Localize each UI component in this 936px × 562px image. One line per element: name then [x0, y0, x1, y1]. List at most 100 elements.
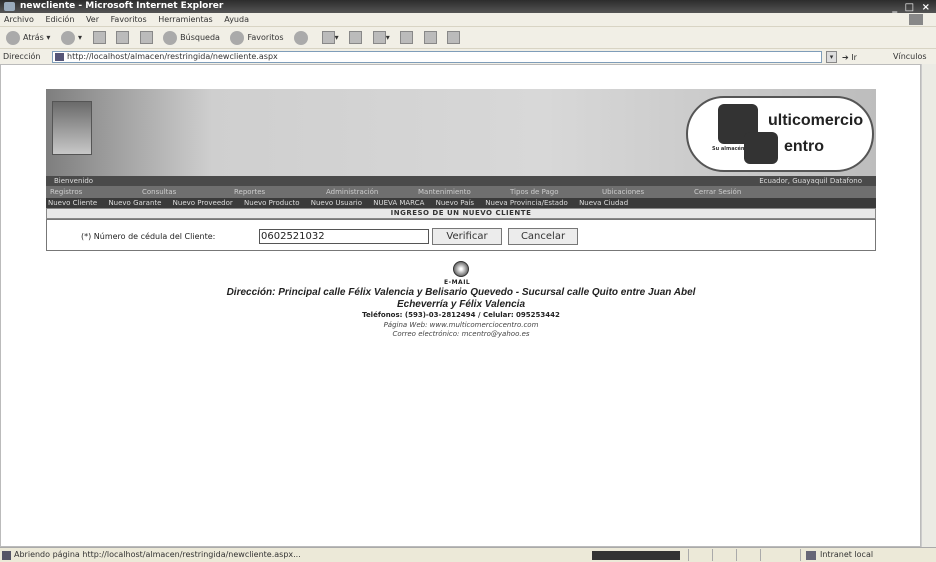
status-cell: [736, 549, 737, 561]
nav-nueva-marca[interactable]: NUEVA MARCA: [373, 199, 424, 207]
nav-nuevo-producto[interactable]: Nuevo Producto: [244, 199, 300, 207]
location-text: Ecuador, Guayaquil Datafono: [759, 177, 862, 185]
menu-archivo[interactable]: Archivo: [4, 15, 34, 24]
forward-arrow-icon: [60, 30, 75, 45]
email-label[interactable]: E-MAIL: [444, 279, 470, 286]
welcome-text: Bienvenido: [54, 177, 94, 185]
globe-icon: [453, 261, 469, 277]
links-button[interactable]: Vínculos: [893, 49, 927, 64]
home-button[interactable]: [139, 27, 153, 49]
email-link[interactable]: [448, 261, 474, 281]
toolbar: Atrás ▾ ▾ Búsqueda Favoritos ▾ ▾: [0, 26, 936, 48]
status-cell: [688, 549, 689, 561]
main-menu-item[interactable]: Reportes: [230, 186, 322, 198]
research-button[interactable]: [423, 27, 437, 49]
print-button[interactable]: [349, 27, 363, 49]
cedula-label: (*) Número de cédula del Cliente:: [81, 232, 216, 241]
sub-nav-bar: Nuevo Cliente Nuevo Garante Nuevo Provee…: [46, 198, 876, 208]
loading-progress: [592, 551, 680, 560]
main-menu-item[interactable]: Consultas: [138, 186, 230, 198]
stop-icon: [92, 31, 106, 44]
cedula-form: (*) Número de cédula del Cliente: 060252…: [46, 219, 876, 251]
title-bar: newcliente - Microsoft Internet Explorer…: [0, 0, 936, 13]
welcome-bar: Bienvenido Ecuador, Guayaquil Datafono: [46, 176, 876, 186]
mail-button[interactable]: ▾: [321, 27, 339, 49]
edit-icon: [372, 31, 386, 44]
favorites-button[interactable]: Favoritos: [230, 27, 284, 49]
main-menu-item[interactable]: Registros: [46, 186, 138, 198]
address-label: Dirección: [3, 52, 41, 61]
search-button[interactable]: Búsqueda: [163, 27, 220, 49]
email-text[interactable]: Correo electrónico: mcentro@yahoo.es: [151, 330, 771, 338]
status-page-icon: [2, 551, 11, 560]
nav-nuevo-proveedor[interactable]: Nuevo Proveedor: [173, 199, 233, 207]
section-title: INGRESO DE UN NUEVO CLIENTE: [46, 208, 876, 219]
status-cell: [712, 549, 713, 561]
cedula-input[interactable]: 0602521032: [259, 229, 429, 244]
windows-flag-icon: [909, 14, 923, 25]
home-icon: [139, 31, 153, 44]
menu-ver[interactable]: Ver: [86, 15, 99, 24]
star-icon: [230, 30, 245, 45]
history-icon: [294, 30, 309, 45]
nav-nuevo-usuario[interactable]: Nuevo Usuario: [311, 199, 362, 207]
discuss-icon: [400, 31, 414, 44]
status-bar: Abriendo página http://localhost/almacen…: [0, 547, 936, 562]
address-input[interactable]: http://localhost/almacen/restringida/new…: [52, 51, 822, 63]
messenger-icon: [447, 31, 461, 44]
menu-bar: Archivo Edición Ver Favoritos Herramient…: [0, 13, 936, 26]
address-bar: Dirección http://localhost/almacen/restr…: [0, 48, 936, 64]
phones-text: Teléfonos: (593)-03-2812494 / Celular: 0…: [362, 311, 560, 319]
main-menu-item[interactable]: Cerrar Sesión: [690, 186, 782, 198]
verify-button[interactable]: Verificar: [432, 228, 502, 245]
intranet-zone-icon: [806, 551, 816, 560]
web-text[interactable]: Página Web: www.multicomerciocentro.com: [151, 321, 771, 329]
logo-text-line2: entro: [784, 138, 824, 155]
main-menu-item[interactable]: Tipos de Pago: [506, 186, 598, 198]
main-menu-item[interactable]: Ubicaciones: [598, 186, 690, 198]
menu-herramientas[interactable]: Herramientas: [158, 15, 213, 24]
nav-nuevo-pais[interactable]: Nuevo País: [436, 199, 474, 207]
page-icon: [55, 53, 64, 61]
nav-nueva-ciudad[interactable]: Nueva Ciudad: [579, 199, 628, 207]
menu-ayuda[interactable]: Ayuda: [224, 15, 249, 24]
menu-edicion[interactable]: Edición: [45, 15, 74, 24]
address-url: http://localhost/almacen/restringida/new…: [67, 52, 278, 61]
logo-tagline: Su almacén: [712, 146, 745, 152]
messenger-button[interactable]: [447, 27, 461, 49]
address-line-2: Echeverría y Félix Valencia: [396, 299, 526, 310]
internet-explorer-icon: [4, 2, 15, 11]
nav-nueva-provincia[interactable]: Nueva Provincia/Estado: [485, 199, 568, 207]
refresh-icon: [116, 31, 130, 44]
go-button[interactable]: ➔ Ir: [842, 50, 857, 65]
nav-nuevo-cliente[interactable]: Nuevo Cliente: [48, 199, 97, 207]
mail-icon: [321, 31, 335, 44]
edit-button[interactable]: ▾: [372, 27, 390, 49]
research-icon: [423, 31, 437, 44]
status-message: Abriendo página http://localhost/almacen…: [14, 550, 301, 559]
nav-nuevo-garante[interactable]: Nuevo Garante: [108, 199, 161, 207]
security-zone: Intranet local: [820, 550, 874, 559]
forward-button[interactable]: ▾: [60, 27, 82, 49]
refresh-button[interactable]: [116, 27, 130, 49]
stop-button[interactable]: [92, 27, 106, 49]
logo-text-line1: ulticomercio: [768, 112, 864, 129]
cancel-button[interactable]: Cancelar: [508, 228, 578, 245]
back-button[interactable]: Atrás ▾: [6, 27, 50, 49]
browser-window: newcliente - Microsoft Internet Explorer…: [0, 0, 936, 562]
multicomercio-logo: ulticomercio entro Su almacén: [686, 96, 874, 172]
menu-favoritos[interactable]: Favoritos: [111, 15, 147, 24]
history-button[interactable]: [294, 27, 311, 49]
page-viewport: ulticomercio entro Su almacén Bienvenido…: [0, 64, 921, 547]
vertical-scrollbar[interactable]: [921, 64, 936, 547]
search-icon: [163, 30, 178, 45]
main-menu-item[interactable]: Mantenimiento: [414, 186, 506, 198]
status-cell: [760, 549, 761, 561]
address-line-1: Dirección: Principal calle Félix Valenci…: [226, 287, 696, 298]
discuss-button[interactable]: [400, 27, 414, 49]
site-banner: ulticomercio entro Su almacén: [46, 89, 876, 176]
main-menu-bar: Registros Consultas Reportes Administración…: [46, 186, 876, 198]
status-cell: [800, 549, 801, 561]
address-dropdown-icon[interactable]: ▾: [826, 51, 837, 63]
main-menu-item[interactable]: Administración: [322, 186, 414, 198]
